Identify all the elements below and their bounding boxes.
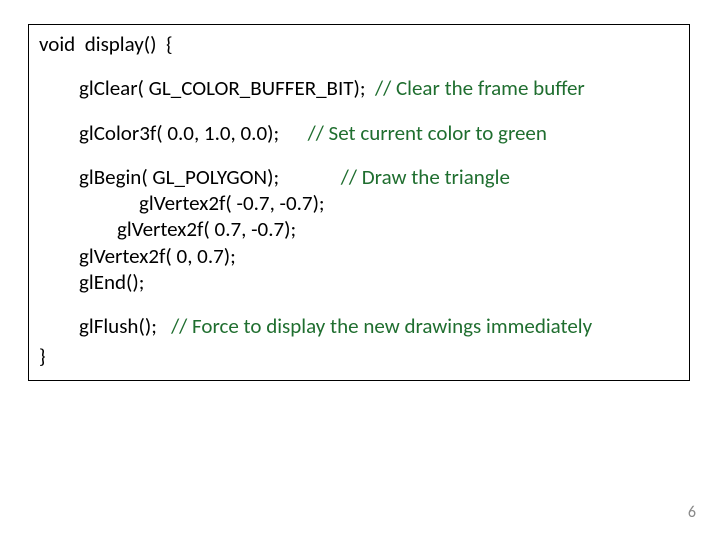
code-line-vertex2: glVertex2f( 0.7, -0.7);: [39, 216, 679, 242]
code-text: glClear( GL_COLOR_BUFFER_BIT);: [79, 75, 375, 101]
code-text: glVertex2f( 0.7, -0.7);: [117, 216, 296, 242]
blank-gap: [39, 102, 679, 120]
code-box: void display() { glClear( GL_COLOR_BUFFE…: [28, 24, 690, 381]
code-comment: // Draw the triangle: [341, 164, 510, 190]
code-line-color: glColor3f( 0.0, 1.0, 0.0); // Set curren…: [39, 120, 679, 146]
slide: void display() { glClear( GL_COLOR_BUFFE…: [0, 0, 720, 540]
code-text: glBegin( GL_POLYGON);: [79, 164, 341, 190]
code-line-decl: void display() {: [39, 31, 679, 57]
code-line-begin: glBegin( GL_POLYGON); // Draw the triang…: [39, 164, 679, 190]
page-number: 6: [688, 503, 696, 522]
code-line-close: }: [39, 343, 679, 369]
code-text: glFlush();: [79, 313, 171, 339]
code-line-clear: glClear( GL_COLOR_BUFFER_BIT); // Clear …: [39, 75, 679, 101]
code-text: }: [39, 343, 46, 369]
code-text: void display() {: [39, 31, 173, 57]
code-text: glVertex2f( -0.7, -0.7);: [139, 190, 325, 216]
code-line-end: glEnd();: [39, 269, 679, 295]
blank-gap: [39, 295, 679, 313]
code-comment: // Set current color to green: [308, 120, 547, 146]
code-line-vertex1: glVertex2f( -0.7, -0.7);: [39, 190, 679, 216]
code-line-flush: glFlush(); // Force to display the new d…: [39, 313, 679, 339]
code-text: glEnd();: [79, 269, 144, 295]
blank-gap: [39, 57, 679, 75]
code-comment: // Force to display the new drawings imm…: [171, 313, 592, 339]
code-line-vertex3: glVertex2f( 0, 0.7);: [39, 243, 679, 269]
code-text: glColor3f( 0.0, 1.0, 0.0);: [79, 120, 308, 146]
code-text: glVertex2f( 0, 0.7);: [79, 243, 236, 269]
blank-gap: [39, 146, 679, 164]
code-comment: // Clear the frame buffer: [375, 75, 585, 101]
